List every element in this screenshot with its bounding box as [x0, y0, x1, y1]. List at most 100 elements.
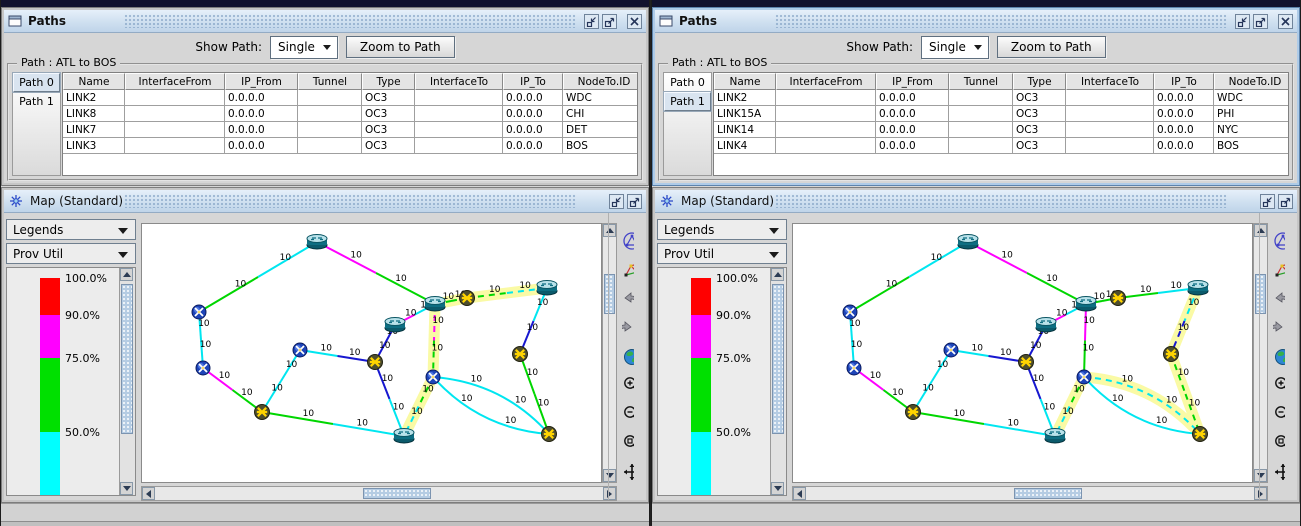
map-node-C[interactable] — [196, 361, 210, 375]
map-node-J[interactable] — [513, 347, 528, 362]
show-path-select[interactable]: Single — [921, 36, 989, 59]
scrollbar-thumb[interactable] — [1014, 488, 1082, 499]
map-node-E[interactable] — [425, 297, 445, 312]
map-canvas[interactable]: 1010101010101010101010101010101010101010… — [141, 223, 602, 483]
legend-scrollbar[interactable] — [770, 268, 786, 495]
pan-button[interactable] — [616, 460, 640, 484]
column-header[interactable]: NodeTo.ID — [563, 73, 638, 90]
table-row[interactable]: LINK15A0.0.0.0OC30.0.0.0PHI — [714, 106, 1288, 122]
graph-layout-button[interactable] — [1267, 229, 1291, 253]
map-node-D[interactable] — [385, 318, 405, 333]
scroll-down-button[interactable] — [120, 482, 133, 495]
column-header[interactable]: Tunnel — [949, 73, 1013, 90]
map-node-A[interactable] — [958, 235, 978, 250]
scrollbar-thumb[interactable] — [772, 284, 784, 434]
zoom-box-button[interactable] — [1267, 431, 1291, 455]
zoom-to-path-button[interactable]: Zoom to Path — [997, 36, 1106, 58]
minimize-button[interactable] — [1260, 194, 1275, 209]
legend-scrollbar[interactable] — [119, 268, 135, 495]
path-list-item[interactable]: Path 0 — [13, 73, 60, 92]
map-node-M[interactable] — [426, 370, 440, 384]
redo-button[interactable] — [616, 316, 640, 340]
maximize-button[interactable] — [627, 194, 642, 209]
scroll-up-button[interactable] — [771, 268, 784, 281]
prov-util-select[interactable]: Prov Util — [6, 243, 136, 264]
scrollbar-thumb[interactable] — [121, 284, 133, 434]
map-node-N[interactable] — [1193, 427, 1208, 442]
minimize-button[interactable] — [1235, 14, 1250, 29]
undo-button[interactable] — [1267, 287, 1291, 311]
path-list[interactable]: Path 0Path 1 — [12, 72, 61, 176]
column-header[interactable]: InterfaceFrom — [125, 73, 225, 90]
map-node-B[interactable] — [843, 305, 857, 319]
map-node-K[interactable] — [255, 405, 270, 420]
table-row[interactable]: LINK20.0.0.0OC30.0.0.0WDC — [714, 90, 1288, 106]
zoom-in-button[interactable] — [616, 373, 640, 397]
column-header[interactable]: InterfaceTo — [415, 73, 503, 90]
scroll-down-button[interactable] — [771, 482, 784, 495]
redo-button[interactable] — [1267, 316, 1291, 340]
table-row[interactable]: LINK140.0.0.0OC30.0.0.0NYC — [714, 122, 1288, 138]
column-header[interactable]: IP_To — [1154, 73, 1214, 90]
map-node-E[interactable] — [1076, 297, 1096, 312]
map-link[interactable] — [984, 424, 1055, 436]
world-view-button[interactable] — [616, 345, 640, 369]
path-list-item[interactable]: Path 1 — [664, 92, 711, 111]
table-row[interactable]: LINK80.0.0.0OC30.0.0.0CHI — [63, 106, 637, 122]
table-row[interactable]: LINK40.0.0.0OC30.0.0.0BOS — [714, 138, 1288, 154]
maximize-button[interactable] — [1253, 14, 1268, 29]
map-node-L[interactable] — [394, 429, 414, 444]
map-node-J[interactable] — [1164, 347, 1179, 362]
column-header[interactable]: InterfaceTo — [1066, 73, 1154, 90]
map-node-G[interactable] — [1188, 281, 1208, 296]
map-node-M[interactable] — [1077, 370, 1091, 384]
zoom-box-button[interactable] — [616, 431, 640, 455]
path-list[interactable]: Path 0Path 1 — [663, 72, 712, 176]
map-node-K[interactable] — [906, 405, 921, 420]
map-node-F[interactable] — [1111, 291, 1126, 306]
map-horizontal-scrollbar[interactable] — [141, 486, 617, 501]
map-node-G[interactable] — [537, 281, 557, 296]
scroll-up-button[interactable] — [120, 268, 133, 281]
prov-util-select[interactable]: Prov Util — [657, 243, 787, 264]
map-link[interactable] — [199, 277, 258, 312]
map-node-I[interactable] — [1019, 355, 1034, 370]
column-header[interactable]: IP_To — [503, 73, 563, 90]
minimize-button[interactable] — [584, 14, 599, 29]
close-button[interactable] — [1278, 14, 1293, 29]
table-row[interactable]: LINK30.0.0.0OC30.0.0.0BOS — [63, 138, 637, 154]
map-node-A[interactable] — [307, 235, 327, 250]
minimize-button[interactable] — [609, 194, 624, 209]
path-list-item[interactable]: Path 1 — [13, 92, 60, 111]
column-header[interactable]: IP_From — [876, 73, 949, 90]
show-path-select[interactable]: Single — [270, 36, 338, 59]
graph-layout-button[interactable] — [616, 229, 640, 253]
paths-titlebar[interactable]: Paths — [655, 10, 1297, 33]
undo-button[interactable] — [616, 287, 640, 311]
legends-select[interactable]: Legends — [657, 219, 787, 240]
map-link[interactable] — [262, 412, 333, 424]
map-node-C[interactable] — [847, 361, 861, 375]
close-button[interactable] — [627, 14, 642, 29]
map-canvas[interactable]: 1010101010101010101010101010101010101010… — [792, 223, 1253, 483]
column-header[interactable]: Name — [714, 73, 776, 90]
topology-select-button[interactable] — [616, 258, 640, 282]
column-header[interactable]: InterfaceFrom — [776, 73, 876, 90]
map-link[interactable] — [333, 424, 404, 436]
column-header[interactable]: Type — [1013, 73, 1066, 90]
topology-select-button[interactable] — [1267, 258, 1291, 282]
scrollbar-thumb[interactable] — [363, 488, 431, 499]
map-link[interactable] — [850, 277, 909, 312]
map-node-L[interactable] — [1045, 429, 1065, 444]
map-node-B[interactable] — [192, 305, 206, 319]
zoom-to-path-button[interactable]: Zoom to Path — [346, 36, 455, 58]
scroll-left-button[interactable] — [142, 487, 155, 500]
map-titlebar[interactable]: Map (Standard) — [4, 190, 646, 213]
map-link[interactable] — [913, 412, 984, 424]
table-row[interactable]: LINK70.0.0.0OC30.0.0.0DET — [63, 122, 637, 138]
scroll-left-button[interactable] — [793, 487, 806, 500]
world-view-button[interactable] — [1267, 345, 1291, 369]
map-node-F[interactable] — [460, 291, 475, 306]
maximize-button[interactable] — [602, 14, 617, 29]
map-node-D[interactable] — [1036, 318, 1056, 333]
